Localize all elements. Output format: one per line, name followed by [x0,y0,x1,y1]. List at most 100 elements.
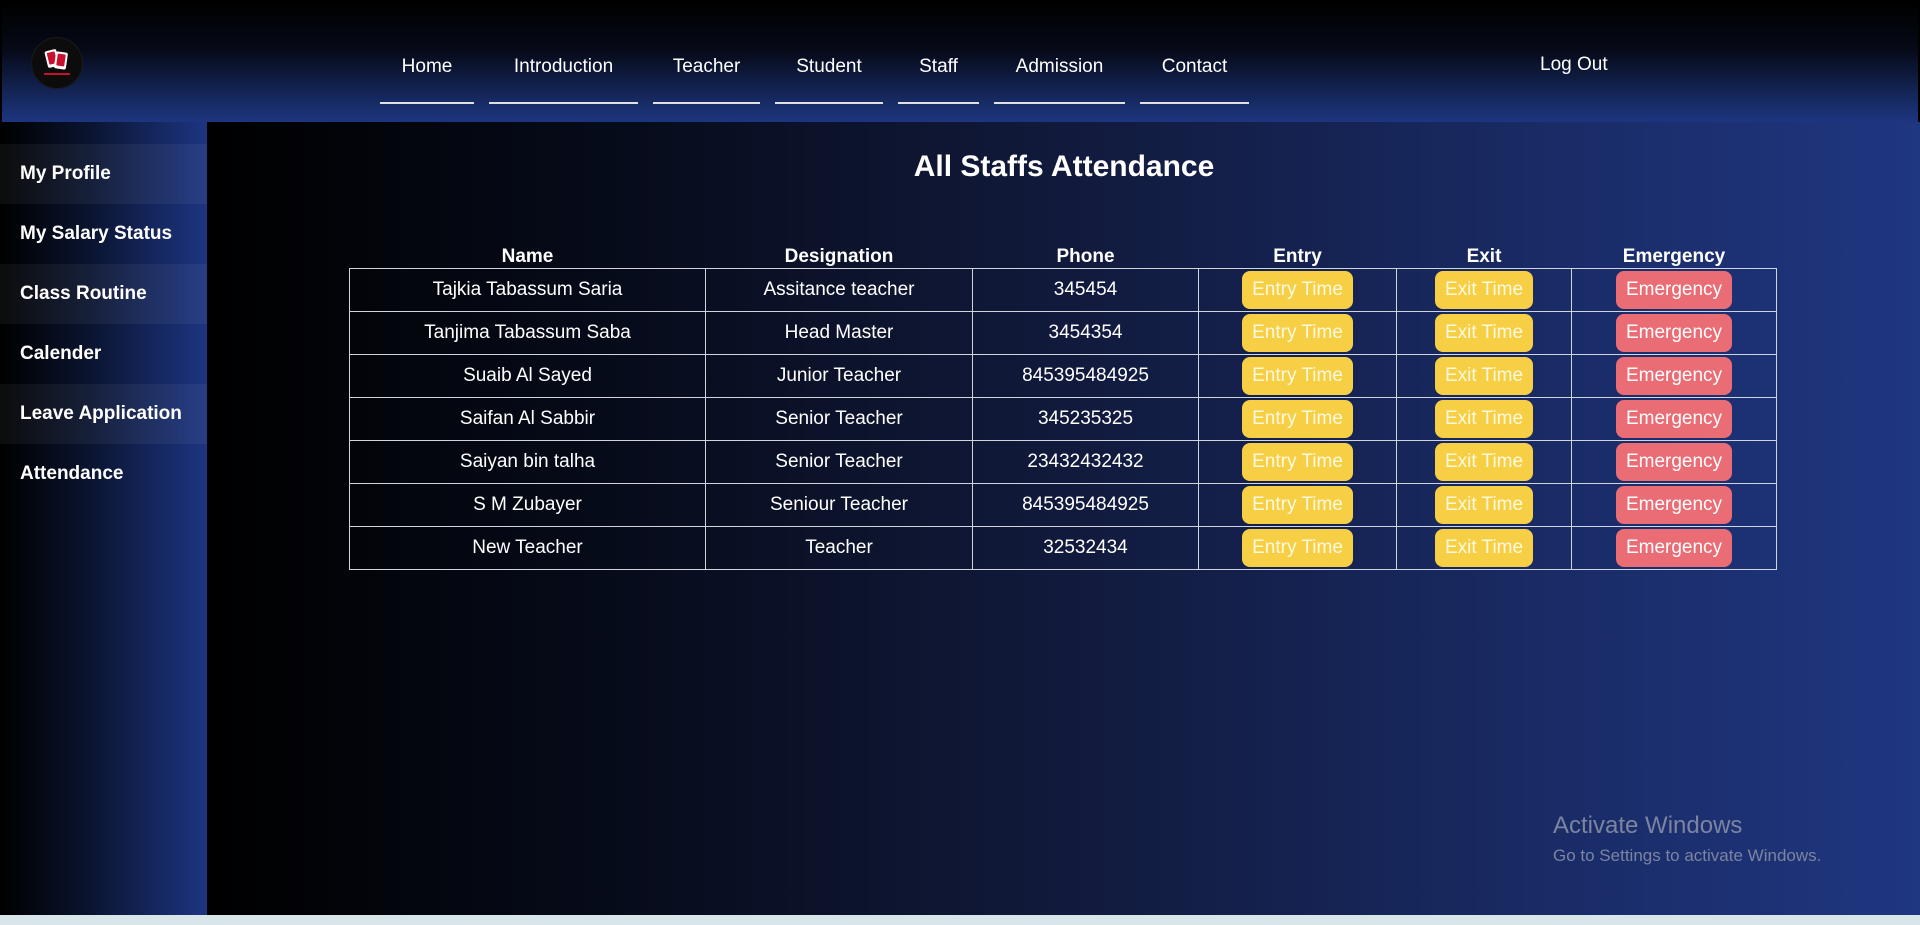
table-row: Saiyan bin talha Senior Teacher 23432432… [349,440,1777,484]
page-title: All Staffs Attendance [913,150,1215,183]
nav-admission[interactable]: Admission [994,42,1125,104]
bottom-strip [0,915,1920,925]
logout-link[interactable]: Log Out [1540,54,1608,76]
column-header-phone: Phone [1056,246,1115,267]
entry-time-button[interactable]: Entry Time [1242,443,1353,481]
attendance-table: Name Designation Phone Entry Exit Emerge… [349,240,1777,570]
table-row: Suaib Al Sayed Junior Teacher 8453954849… [349,354,1777,398]
cell-designation: Teacher [705,526,973,570]
main-nav: Home Introduction Teacher Student Staff … [380,42,1249,104]
cell-exit: Exit Time [1396,268,1572,312]
exit-time-button[interactable]: Exit Time [1434,400,1534,438]
cell-designation: Junior Teacher [705,354,973,398]
cell-phone: 345235325 [972,397,1199,441]
cell-exit: Exit Time [1396,397,1572,441]
sidebar-item-class-routine[interactable]: Class Routine [0,264,207,324]
column-header-designation: Designation [784,246,894,267]
cell-emergency: Emergency [1571,526,1777,570]
table-row: Tanjima Tabassum Saba Head Master 345435… [349,311,1777,355]
cell-emergency: Emergency [1571,311,1777,355]
cell-emergency: Emergency [1571,354,1777,398]
cell-phone: 32532434 [972,526,1199,570]
table-row: New Teacher Teacher 32532434 Entry Time … [349,526,1777,570]
cell-designation: Head Master [705,311,973,355]
table-header-row: Name Designation Phone Entry Exit Emerge… [350,240,1777,269]
main-content: All Staffs Attendance Name Designation P… [207,122,1920,915]
emergency-button[interactable]: Emergency [1615,314,1733,352]
cell-exit: Exit Time [1396,354,1572,398]
exit-time-button[interactable]: Exit Time [1434,314,1534,352]
cell-phone: 845395484925 [972,354,1199,398]
nav-introduction[interactable]: Introduction [489,42,638,104]
cell-emergency: Emergency [1571,440,1777,484]
top-header: Home Introduction Teacher Student Staff … [2,2,1918,122]
cell-emergency: Emergency [1571,268,1777,312]
column-header-exit: Exit [1466,246,1502,267]
activate-windows-title: Activate Windows [1553,812,1743,839]
cell-phone: 345454 [972,268,1199,312]
cell-name: Tanjima Tabassum Saba [349,311,706,355]
cell-designation: Senior Teacher [705,397,973,441]
cell-entry: Entry Time [1198,440,1397,484]
exit-time-button[interactable]: Exit Time [1434,529,1534,567]
cell-phone: 3454354 [972,311,1199,355]
entry-time-button[interactable]: Entry Time [1242,486,1353,524]
nav-staff[interactable]: Staff [898,42,979,104]
entry-time-button[interactable]: Entry Time [1242,357,1353,395]
exit-time-button[interactable]: Exit Time [1434,271,1534,309]
entry-time-button[interactable]: Entry Time [1242,529,1353,567]
school-logo-icon[interactable] [32,38,82,88]
cell-name: Saifan Al Sabbir [349,397,706,441]
nav-contact[interactable]: Contact [1140,42,1249,104]
sidebar-item-my-profile[interactable]: My Profile [0,144,207,204]
cell-name: Saiyan bin talha [349,440,706,484]
cell-name: Tajkia Tabassum Saria [349,268,706,312]
table-row: Saifan Al Sabbir Senior Teacher 34523532… [349,397,1777,441]
sidebar-item-calender[interactable]: Calender [0,324,207,384]
activate-windows-subtitle: Go to Settings to activate Windows. [1553,846,1822,865]
cell-exit: Exit Time [1396,311,1572,355]
cell-emergency: Emergency [1571,397,1777,441]
cell-entry: Entry Time [1198,397,1397,441]
emergency-button[interactable]: Emergency [1615,529,1733,567]
cell-exit: Exit Time [1396,440,1572,484]
sidebar-item-attendance[interactable]: Attendance [0,444,207,504]
cell-entry: Entry Time [1198,483,1397,527]
cell-designation: Assitance teacher [705,268,973,312]
emergency-button[interactable]: Emergency [1615,271,1733,309]
exit-time-button[interactable]: Exit Time [1434,357,1534,395]
emergency-button[interactable]: Emergency [1615,443,1733,481]
cell-name: Suaib Al Sayed [349,354,706,398]
entry-time-button[interactable]: Entry Time [1242,271,1353,309]
cell-phone: 23432432432 [972,440,1199,484]
sidebar: My Profile My Salary Status Class Routin… [0,122,207,915]
column-header-entry: Entry [1273,246,1322,267]
cell-exit: Exit Time [1396,483,1572,527]
column-header-name: Name [501,246,554,267]
sidebar-item-salary-status[interactable]: My Salary Status [0,204,207,264]
sidebar-item-leave-application[interactable]: Leave Application [0,384,207,444]
cell-entry: Entry Time [1198,354,1397,398]
entry-time-button[interactable]: Entry Time [1242,400,1353,438]
nav-teacher[interactable]: Teacher [653,42,760,104]
emergency-button[interactable]: Emergency [1615,486,1733,524]
cell-emergency: Emergency [1571,483,1777,527]
cell-name: S M Zubayer [349,483,706,527]
nav-student[interactable]: Student [775,42,883,104]
entry-time-button[interactable]: Entry Time [1242,314,1353,352]
table-row: S M Zubayer Seniour Teacher 845395484925… [349,483,1777,527]
exit-time-button[interactable]: Exit Time [1434,486,1534,524]
cell-entry: Entry Time [1198,268,1397,312]
emergency-button[interactable]: Emergency [1615,357,1733,395]
cell-designation: Senior Teacher [705,440,973,484]
column-header-emergency: Emergency [1622,246,1726,267]
cell-entry: Entry Time [1198,526,1397,570]
page: Home Introduction Teacher Student Staff … [0,0,1920,915]
nav-home[interactable]: Home [380,42,474,104]
exit-time-button[interactable]: Exit Time [1434,443,1534,481]
cell-name: New Teacher [349,526,706,570]
cell-entry: Entry Time [1198,311,1397,355]
emergency-button[interactable]: Emergency [1615,400,1733,438]
cell-phone: 845395484925 [972,483,1199,527]
cell-exit: Exit Time [1396,526,1572,570]
